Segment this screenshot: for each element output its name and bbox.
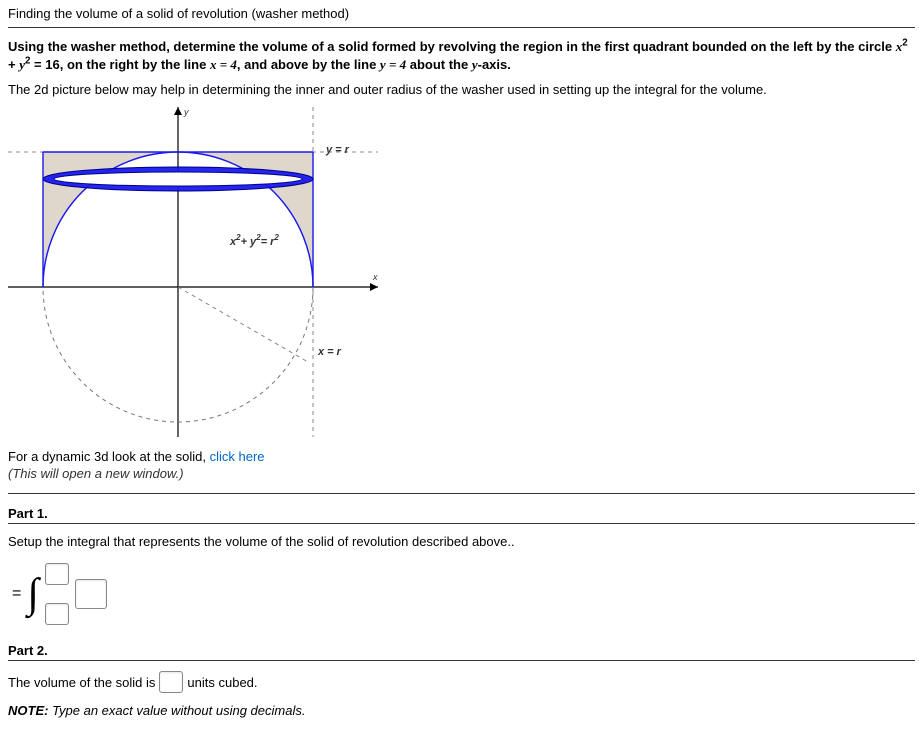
upper-limit-input[interactable] [45, 563, 69, 585]
rule-after-part2 [8, 660, 915, 661]
eq-line-y: y = 4 [380, 57, 406, 72]
dynamic-3d-link[interactable]: click here [210, 449, 265, 464]
dynamic-link-caption: (This will open a new window.) [8, 466, 915, 481]
part2-heading: Part 2. [8, 643, 915, 658]
dynamic-link-row: For a dynamic 3d look at the solid, clic… [8, 449, 915, 464]
volume-trail: units cubed. [187, 675, 257, 690]
problem-lead-b: , on the right by the line [60, 57, 210, 72]
rule-after-part1 [8, 523, 915, 524]
integrand-input[interactable] [75, 579, 107, 609]
integral-symbol-icon: ∫ [27, 573, 39, 615]
equals-sign: = [12, 585, 21, 603]
volume-answer-row: The volume of the solid is units cubed. [8, 671, 915, 693]
eq-line-x: x = 4 [210, 57, 237, 72]
fig-label-x-eq-r: x = r [317, 346, 342, 358]
volume-lead: The volume of the solid is [8, 675, 155, 690]
lower-limit-input[interactable] [45, 603, 69, 625]
eq-rhs: = 16 [30, 57, 59, 72]
axis-x-label: x [372, 272, 378, 282]
part1-instruction: Setup the integral that represents the v… [8, 534, 915, 549]
problem-lead-c: , and above by the line [237, 57, 380, 72]
eq-x-exp: 2 [902, 38, 907, 49]
problem-statement: Using the washer method, determine the v… [8, 38, 915, 74]
fig-label-y-eq-r: y = r [325, 144, 350, 156]
title-rule [8, 27, 915, 28]
integral-limits [45, 563, 69, 625]
eq-plus: + [8, 57, 19, 72]
figure-2d: x y y = r x = r x2+ y2= r2 [8, 107, 388, 437]
page-title: Finding the volume of a solid of revolut… [8, 6, 915, 23]
problem-lead-a: Using the washer method, determine the v… [8, 39, 896, 54]
volume-input[interactable] [159, 671, 183, 693]
note-row: NOTE: Type an exact value without using … [8, 703, 915, 718]
part1-heading: Part 1. [8, 506, 915, 521]
problem-lead-d: about the [406, 57, 472, 72]
rule-before-part1 [8, 493, 915, 494]
dynamic-link-prefix: For a dynamic 3d look at the solid, [8, 449, 210, 464]
axis-y-label: y [183, 107, 189, 117]
hint-text: The 2d picture below may help in determi… [8, 82, 915, 97]
integral-setup: = ∫ [12, 563, 915, 625]
note-body: Type an exact value without using decima… [48, 703, 305, 718]
axis-word: -axis. [478, 57, 511, 72]
note-label: NOTE: [8, 703, 48, 718]
svg-text:x2+ y2= r2: x2+ y2= r2 [229, 233, 279, 248]
